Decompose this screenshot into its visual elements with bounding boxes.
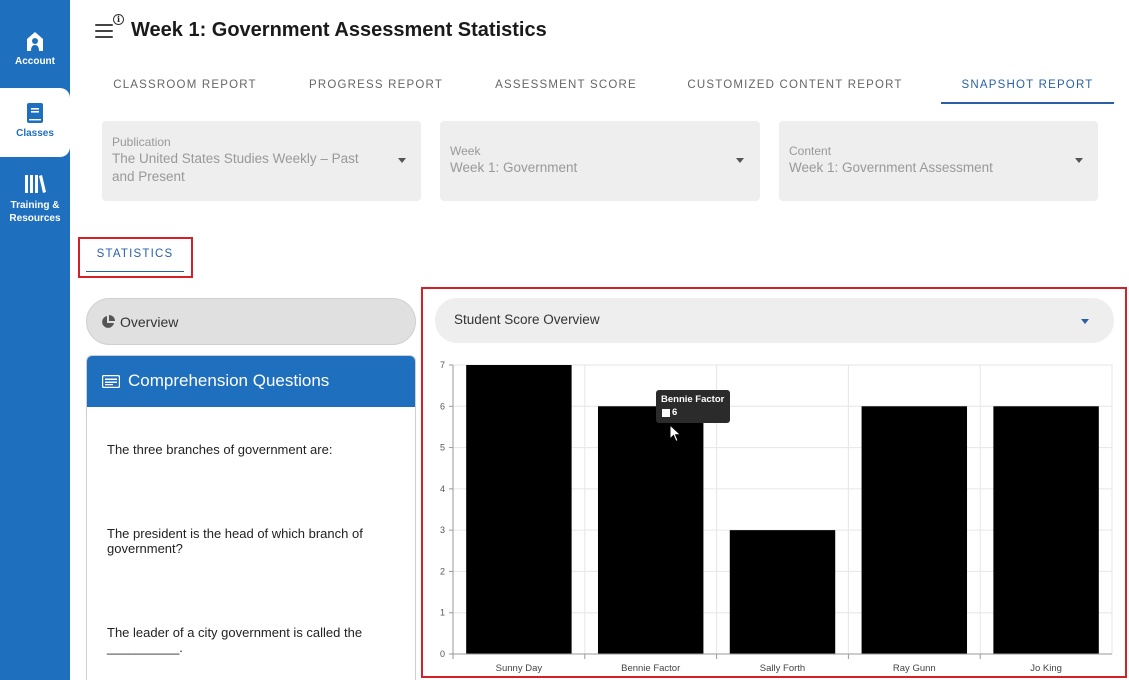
student-score-chart: 0 1 2 3 4 5 6 7 Sunny Day Bennie Factor Sally Fort… bbox=[440, 360, 1113, 674]
sidebar: Account Classes Training & Resources bbox=[0, 0, 70, 680]
x-tick-label: Sunny Day bbox=[496, 663, 543, 674]
sidebar-item-label: Classes bbox=[16, 128, 54, 139]
tab-customized-content-report[interactable]: CUSTOMIZED CONTENT REPORT bbox=[664, 66, 926, 104]
x-tick-label: Bennie Factor bbox=[621, 663, 680, 674]
sidebar-item-label: Account bbox=[15, 56, 55, 67]
overview-label: Overview bbox=[120, 314, 179, 330]
content-label: Content bbox=[789, 144, 832, 158]
y-tick-label: 1 bbox=[440, 608, 445, 618]
app: Account Classes Training & Resources i W… bbox=[0, 0, 1129, 680]
week-select[interactable]: Week Week 1: Government bbox=[440, 121, 760, 201]
tab-statistics[interactable]: STATISTICS bbox=[86, 240, 184, 272]
chart-tooltip: Bennie Factor 6 bbox=[656, 390, 730, 423]
comprehension-panel: Comprehension Questions The three branch… bbox=[86, 355, 416, 680]
info-icon[interactable]: i bbox=[113, 14, 124, 25]
chevron-down-icon bbox=[398, 158, 406, 163]
y-tick-label: 2 bbox=[440, 566, 445, 576]
tab-assessment-score[interactable]: ASSESSMENT SCORE bbox=[468, 66, 664, 104]
y-tick-label: 4 bbox=[440, 484, 445, 494]
chart-bar bbox=[597, 406, 704, 654]
chart-type-select[interactable]: Student Score Overview bbox=[435, 298, 1114, 343]
week-value: Week 1: Government bbox=[450, 160, 578, 175]
sidebar-item-classes[interactable]: Classes bbox=[0, 88, 70, 157]
x-tick-label: Sally Forth bbox=[760, 663, 805, 674]
tab-progress-report[interactable]: PROGRESS REPORT bbox=[284, 66, 468, 104]
comprehension-title: Comprehension Questions bbox=[128, 371, 330, 390]
chart-bar bbox=[466, 365, 572, 654]
x-tick-label: Jo King bbox=[1030, 663, 1062, 674]
tooltip-value: 6 bbox=[672, 407, 678, 418]
pie-chart-icon bbox=[102, 315, 115, 328]
tab-classroom-report[interactable]: CLASSROOM REPORT bbox=[86, 66, 284, 104]
report-tabs: CLASSROOM REPORT PROGRESS REPORT ASSESSM… bbox=[86, 66, 1126, 104]
sidebar-item-label: Resources bbox=[9, 213, 61, 224]
tooltip-name: Bennie Factor bbox=[661, 394, 725, 405]
chart-bar bbox=[861, 406, 968, 654]
x-tick-label: Ray Gunn bbox=[893, 663, 936, 674]
book-icon bbox=[27, 103, 43, 123]
publication-label: Publication bbox=[112, 135, 171, 149]
sidebar-item-account[interactable]: Account bbox=[0, 30, 70, 67]
card-icon bbox=[102, 375, 120, 388]
publication-value: The United States Studies Weekly – Past … bbox=[112, 151, 359, 184]
menu-icon[interactable] bbox=[95, 24, 113, 40]
y-tick-label: 3 bbox=[440, 525, 445, 535]
week-label: Week bbox=[450, 144, 481, 158]
chart-type-label: Student Score Overview bbox=[454, 312, 600, 327]
page-title: Week 1: Government Assessment Statistics bbox=[131, 19, 547, 41]
content-select[interactable]: Content Week 1: Government Assessment bbox=[779, 121, 1098, 201]
question-item[interactable]: The three branches of government are: bbox=[107, 442, 402, 457]
chevron-down-icon bbox=[1075, 158, 1083, 163]
question-item[interactable]: The president is the head of which branc… bbox=[107, 526, 402, 556]
chart-bar bbox=[729, 530, 836, 654]
y-tick-label: 6 bbox=[440, 401, 445, 411]
content-value: Week 1: Government Assessment bbox=[789, 160, 993, 175]
overview-button[interactable]: Overview bbox=[86, 298, 416, 345]
tooltip-swatch bbox=[662, 409, 670, 417]
chevron-down-icon bbox=[1081, 319, 1089, 324]
y-tick-label: 5 bbox=[440, 443, 445, 453]
mouse-pointer-icon bbox=[669, 424, 682, 443]
y-tick-label: 0 bbox=[440, 649, 445, 659]
account-icon bbox=[27, 32, 43, 51]
tab-snapshot-report[interactable]: SNAPSHOT REPORT bbox=[941, 66, 1114, 104]
chart-bar bbox=[993, 406, 1099, 654]
comprehension-header: Comprehension Questions bbox=[87, 356, 415, 407]
sidebar-item-label: Training & bbox=[10, 200, 60, 211]
chevron-down-icon bbox=[736, 158, 744, 163]
y-tick-label: 7 bbox=[440, 360, 445, 370]
sidebar-item-training[interactable]: Training & Resources bbox=[0, 173, 70, 225]
publication-select[interactable]: Publication The United States Studies We… bbox=[102, 121, 421, 201]
library-icon bbox=[25, 175, 46, 193]
question-item[interactable]: The leader of a city government is calle… bbox=[107, 625, 402, 655]
